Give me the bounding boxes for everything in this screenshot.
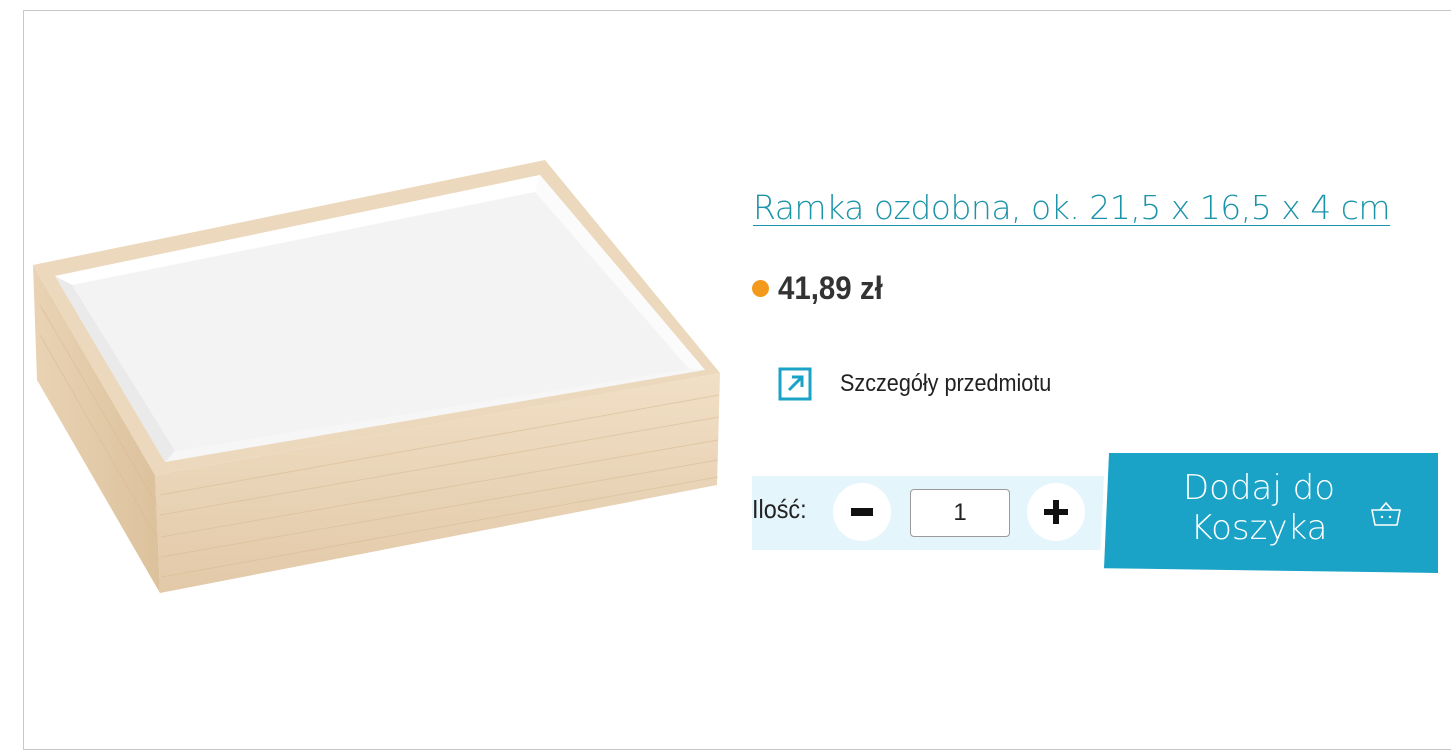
basket-icon bbox=[1371, 501, 1401, 526]
quantity-input[interactable] bbox=[910, 489, 1010, 537]
plus-icon bbox=[1044, 500, 1068, 524]
decrease-quantity-button[interactable] bbox=[833, 483, 891, 541]
increase-quantity-button[interactable] bbox=[1027, 483, 1085, 541]
price-amount: 41,89 zł bbox=[778, 270, 883, 306]
details-link-label: Szczegóły przedmiotu bbox=[840, 370, 1052, 397]
add-to-cart-line-2: Koszyka bbox=[1190, 508, 1328, 548]
product-image bbox=[33, 160, 720, 593]
add-to-cart-button[interactable]: Dodaj do Koszyka bbox=[1104, 453, 1438, 573]
product-title[interactable]: Ramka ozdobna, ok. 21,5 x 16,5 x 4 cm bbox=[753, 186, 1391, 230]
add-to-cart-line-1: Dodaj do bbox=[1182, 468, 1336, 508]
product-price: 41,89 zł bbox=[752, 270, 892, 307]
add-to-cart-label: Dodaj do Koszyka bbox=[1164, 468, 1354, 548]
external-link-arrow-icon bbox=[778, 367, 812, 401]
minus-icon bbox=[851, 508, 873, 516]
details-link[interactable]: Szczegóły przedmiotu bbox=[778, 367, 1075, 401]
availability-dot bbox=[752, 280, 769, 297]
quantity-label: Ilość: bbox=[752, 494, 807, 524]
